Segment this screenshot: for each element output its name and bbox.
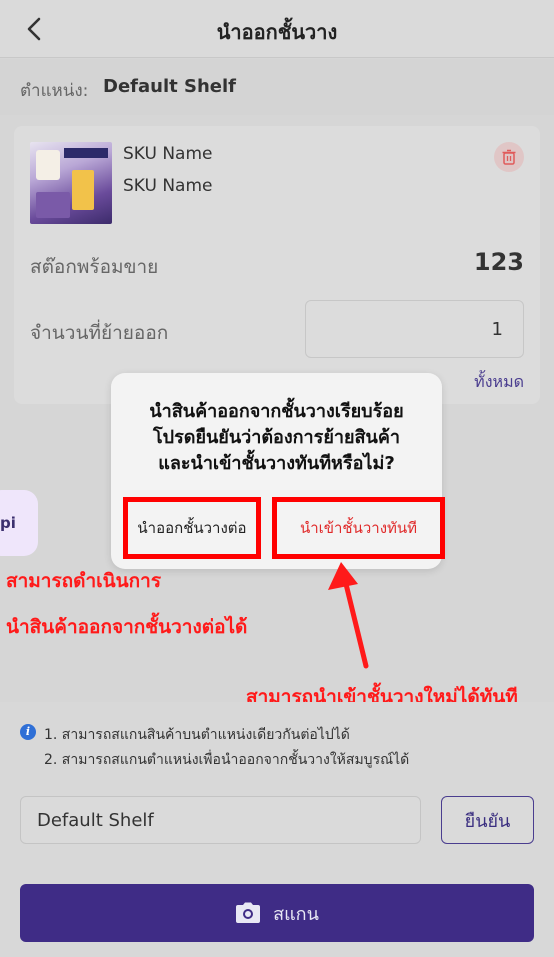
side-button-label: pi — [0, 514, 16, 532]
delete-button[interactable] — [494, 142, 524, 172]
tip-line-2: 2. สามารถสแกนตำแหน่งเพื่อนำออกจากชั้นวาง… — [44, 752, 410, 768]
bottom-panel: i 1. สามารถสแกนสินค้าบนตำแหน่งเดียวกันต่… — [0, 702, 554, 957]
scan-button[interactable]: สแกน — [20, 884, 534, 942]
confirm-dialog: นำสินค้าออกจากชั้นวางเรียบร้อย โปรดยืนยั… — [111, 373, 445, 569]
continue-remove-label: นำออกชั้นวางต่อ — [137, 519, 247, 537]
putaway-now-label: นำเข้าชั้นวางทันที — [299, 519, 418, 537]
confirm-button[interactable]: ยืนยัน — [441, 796, 534, 844]
sku-name: SKU Name — [123, 144, 213, 164]
stock-value: 123 — [473, 248, 524, 276]
confirm-button-label: ยืนยัน — [464, 810, 511, 832]
product-image — [30, 142, 112, 224]
scan-button-label: สแกน — [273, 903, 319, 925]
sku-card: SKU Name SKU Name สต๊อกพร้อมขาย 123 จำนว… — [14, 126, 540, 404]
shelf-input-value: Default Shelf — [37, 810, 154, 831]
shelf-input[interactable]: Default Shelf — [20, 796, 421, 844]
location-value: Default Shelf — [103, 76, 236, 97]
location-label: ตำแหน่ง: — [20, 81, 89, 101]
move-quantity-input[interactable]: 1 — [305, 300, 524, 358]
tip-line-1: 1. สามารถสแกนสินค้าบนตำแหน่งเดียวกันต่อไ… — [44, 727, 350, 743]
continue-remove-button[interactable]: นำออกชั้นวางต่อ — [123, 497, 261, 559]
camera-icon — [236, 902, 261, 923]
dialog-message-line: โปรดยืนยันว่าต้องการย้ายสินค้า — [153, 427, 400, 448]
info-icon: i — [20, 724, 36, 740]
putaway-now-button[interactable]: นำเข้าชั้นวางทันที — [272, 497, 445, 559]
dialog-message-line: และนำเข้าชั้นวางทันทีหรือไม่? — [158, 453, 395, 474]
annotation-left-line2: นำสินค้าออกจากชั้นวางต่อได้ — [6, 616, 248, 638]
dialog-message: นำสินค้าออกจากชั้นวางเรียบร้อย โปรดยืนยั… — [121, 399, 432, 477]
top-bar: นำออกชั้นวาง — [0, 0, 554, 58]
annotation-left-line1: สามารถดำเนินการ — [6, 570, 162, 592]
move-quantity-label: จำนวนที่ย้ายออก — [30, 322, 169, 344]
page-title: นำออกชั้นวาง — [216, 20, 338, 44]
stock-label: สต๊อกพร้อมขาย — [30, 256, 159, 278]
annotation-arrow-icon — [328, 562, 369, 669]
trash-icon — [502, 149, 516, 165]
location-bar: ตำแหน่ง: Default Shelf — [0, 59, 554, 115]
select-all-link[interactable]: ทั้งหมด — [474, 370, 524, 395]
move-quantity-value: 1 — [491, 319, 503, 340]
dialog-message-line: นำสินค้าออกจากชั้นวางเรียบร้อย — [149, 401, 404, 422]
sku-name-secondary: SKU Name — [123, 176, 213, 196]
side-floating-button[interactable]: pi — [0, 490, 38, 556]
